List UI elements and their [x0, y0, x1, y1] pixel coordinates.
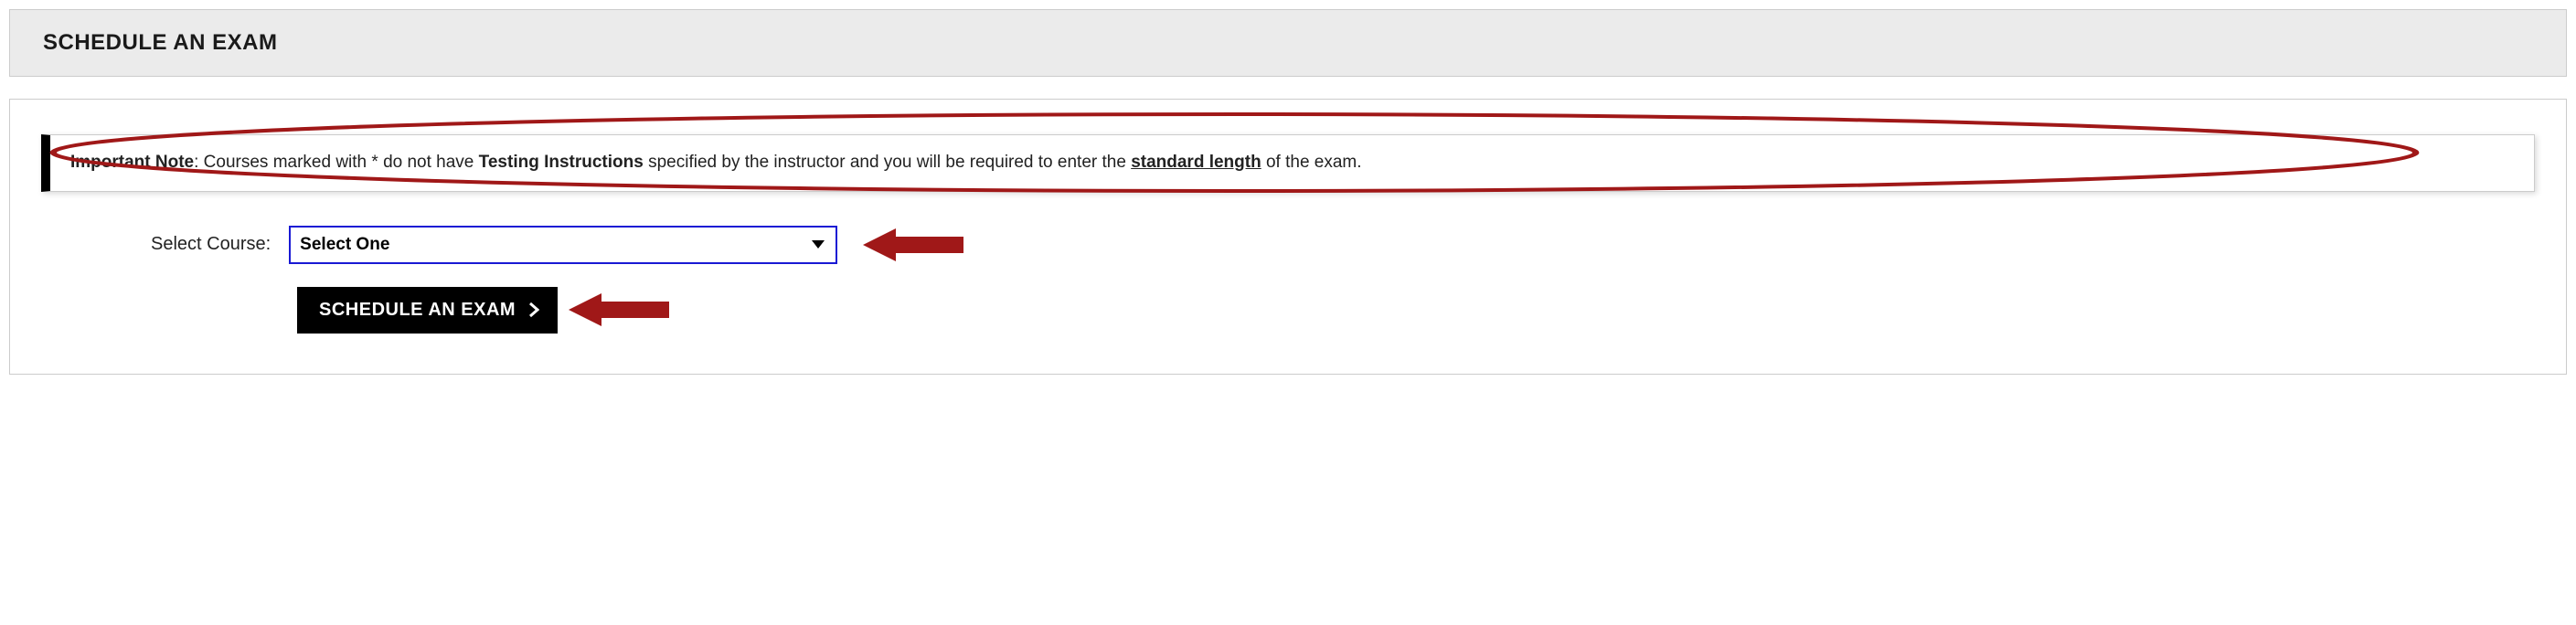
important-note-box: Important Note: Courses marked with * do…: [41, 134, 2535, 192]
page-header: SCHEDULE AN EXAM: [9, 9, 2567, 77]
note-standard-length: standard length: [1131, 153, 1261, 172]
note-text-middle: specified by the instructor and you will…: [644, 153, 1131, 172]
button-row: SCHEDULE AN EXAM: [297, 287, 2535, 334]
select-course-wrap: Select One: [289, 226, 837, 264]
important-note-text: Important Note: Courses marked with * do…: [70, 152, 2514, 175]
main-panel: Important Note: Courses marked with * do…: [9, 99, 2567, 375]
annotation-arrow-select: [863, 225, 963, 265]
page-title: SCHEDULE AN EXAM: [43, 30, 2533, 56]
chevron-right-icon: [528, 302, 539, 318]
select-course-row: Select Course: Select One: [151, 225, 2535, 265]
annotation-arrow-button: [569, 290, 669, 330]
note-text-before: : Courses marked with * do not have: [194, 153, 479, 172]
note-text-after: of the exam.: [1261, 153, 1362, 172]
note-label: Important Note: [70, 153, 194, 172]
schedule-exam-button-label: SCHEDULE AN EXAM: [319, 300, 516, 321]
select-course-label: Select Course:: [151, 234, 271, 255]
schedule-exam-button[interactable]: SCHEDULE AN EXAM: [297, 287, 558, 334]
note-testing-instructions: Testing Instructions: [479, 153, 644, 172]
course-select[interactable]: Select One: [289, 226, 837, 264]
